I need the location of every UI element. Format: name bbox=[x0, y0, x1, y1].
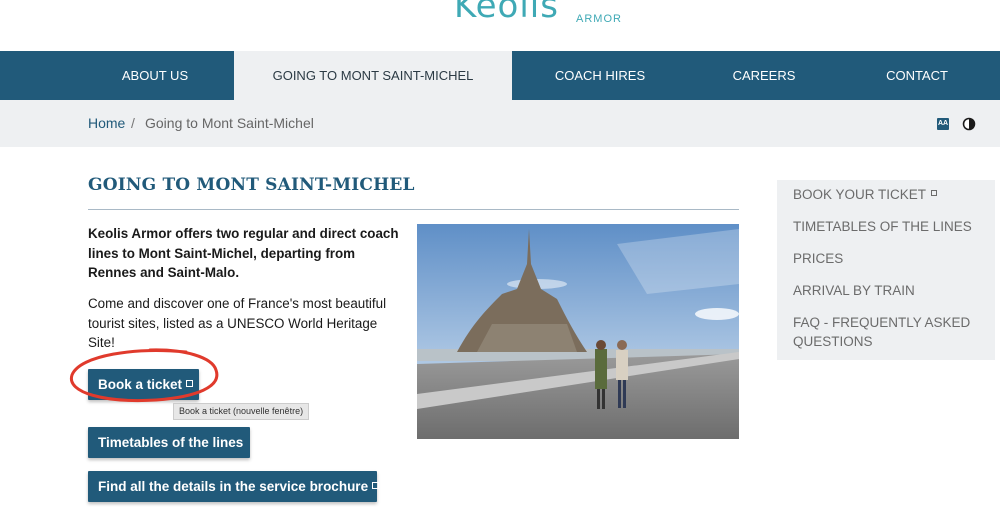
logo-wordmark: Keolis bbox=[454, 0, 559, 26]
book-a-ticket-button[interactable]: Book a ticket bbox=[88, 369, 199, 400]
main-nav: ABOUT US GOING TO MONT SAINT-MICHEL COAC… bbox=[0, 51, 1000, 100]
sidebar-item-book-your-ticket[interactable]: BOOK YOUR TICKET bbox=[793, 185, 938, 204]
external-link-icon bbox=[372, 481, 380, 489]
book-ticket-tooltip: Book a ticket (nouvelle fenêtre) bbox=[173, 403, 310, 420]
external-link-icon bbox=[931, 190, 938, 197]
sidebar-item-arrival-by-train[interactable]: ARRIVAL BY TRAIN bbox=[793, 281, 915, 300]
service-brochure-label: Find all the details in the service broc… bbox=[98, 479, 369, 494]
service-brochure-button[interactable]: Find all the details in the service broc… bbox=[88, 471, 380, 502]
sidebar-item-timetables[interactable]: TIMETABLES OF THE LINES bbox=[793, 217, 972, 236]
nav-item-contact[interactable]: CONTACT bbox=[872, 51, 962, 100]
sidebar-item-label: BOOK YOUR TICKET bbox=[793, 187, 927, 202]
keolis-logo[interactable]: Keolis ARMOR bbox=[450, 0, 622, 26]
intro-text: Keolis Armor offers two regular and dire… bbox=[88, 226, 399, 280]
external-link-icon bbox=[186, 379, 194, 387]
sidebar-item-prices[interactable]: PRICES bbox=[793, 249, 843, 268]
nav-item-going-to-mont-saint-michel[interactable]: GOING TO MONT SAINT-MICHEL bbox=[234, 51, 512, 100]
sidebar-menu: BOOK YOUR TICKET TIMETABLES OF THE LINES… bbox=[777, 180, 995, 360]
book-a-ticket-label: Book a ticket bbox=[98, 377, 183, 392]
page-title: GOING TO MONT SAINT-MICHEL bbox=[88, 175, 415, 195]
sidebar-item-faq[interactable]: FAQ - FREQUENTLY ASKED QUESTIONS bbox=[793, 313, 978, 351]
mont-saint-michel-photo bbox=[417, 224, 739, 439]
timetables-label: Timetables of the lines bbox=[98, 435, 244, 450]
logo-subtitle: ARMOR bbox=[576, 13, 622, 25]
breadcrumb-home-link[interactable]: Home bbox=[88, 115, 125, 131]
nav-item-coach-hires[interactable]: COACH HIRES bbox=[540, 51, 660, 100]
breadcrumb-separator: / bbox=[131, 115, 135, 131]
nav-item-about-us[interactable]: ABOUT US bbox=[95, 51, 215, 100]
contrast-icon[interactable] bbox=[962, 117, 976, 131]
breadcrumb-current: Going to Mont Saint-Michel bbox=[145, 115, 314, 131]
timetables-button[interactable]: Timetables of the lines bbox=[88, 427, 250, 458]
description-text: Come and discover one of France's most b… bbox=[88, 296, 387, 350]
nav-item-careers[interactable]: CAREERS bbox=[714, 51, 814, 100]
text-size-icon[interactable]: AA bbox=[937, 118, 949, 130]
breadcrumb: Home / Going to Mont Saint-Michel bbox=[0, 100, 1000, 147]
title-divider bbox=[88, 209, 739, 210]
